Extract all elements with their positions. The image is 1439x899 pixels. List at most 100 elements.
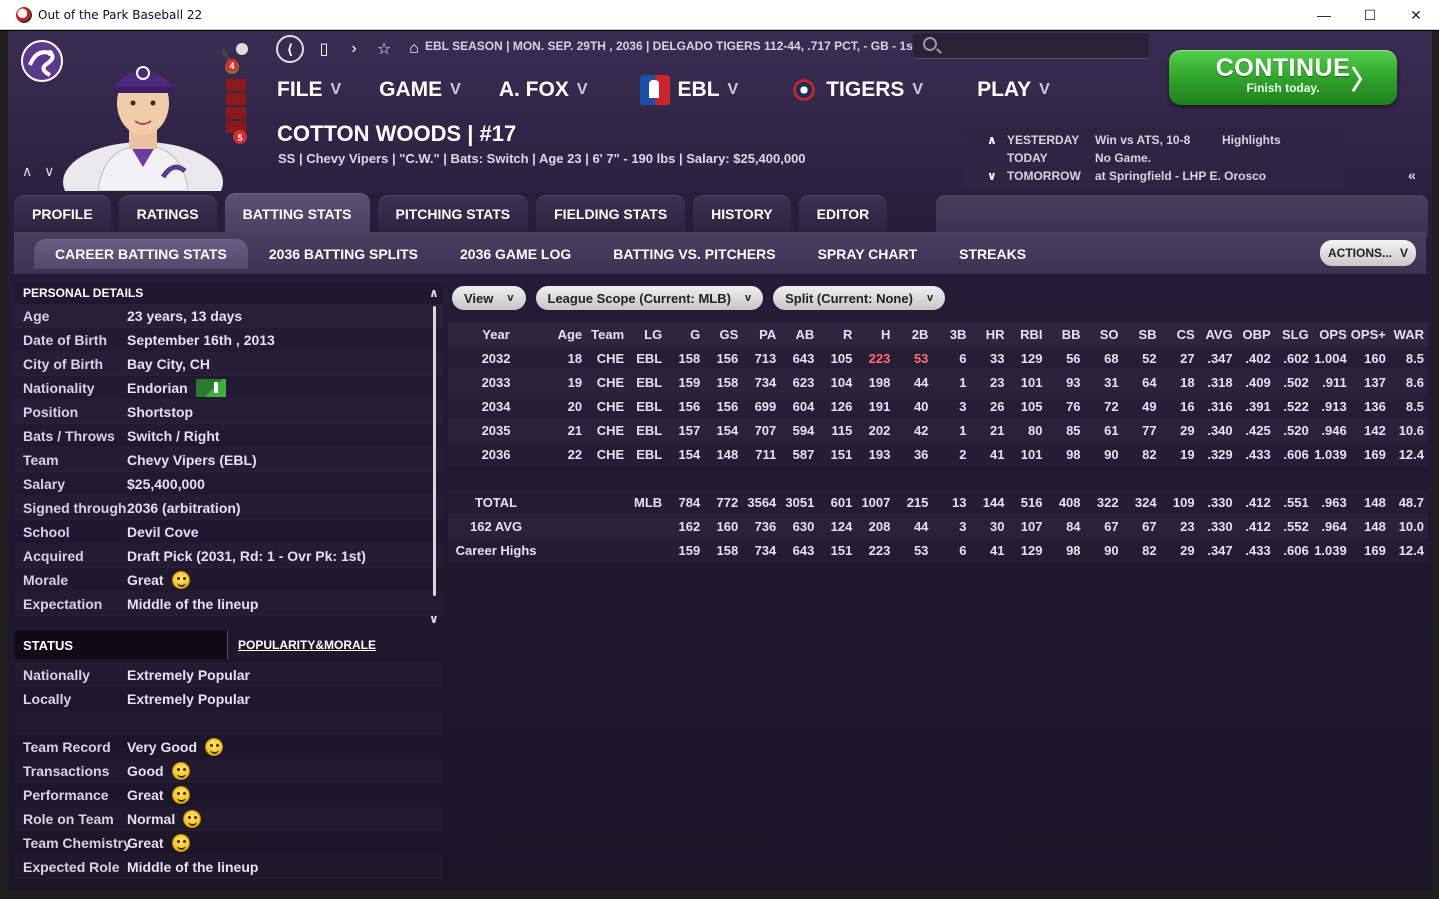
menu-team[interactable]: TIGERS V (790, 78, 923, 102)
menu-league[interactable]: EBL V (639, 75, 739, 105)
status-row-nationally: Nationally Extremely Popular (15, 663, 443, 687)
forward-arrow-icon[interactable]: › (344, 37, 364, 61)
chevron-down-icon: V (727, 81, 739, 98)
table-cell: CHE (596, 446, 625, 462)
column-header-gs[interactable]: GS (704, 322, 743, 346)
column-header-hr[interactable]: HR (970, 322, 1009, 346)
scroll-up-icon[interactable]: ∧ (429, 286, 439, 300)
awards-ribbon-icon[interactable]: 4 5 (218, 37, 254, 145)
column-header-h[interactable]: H (856, 322, 895, 346)
column-header-g[interactable]: G (666, 322, 705, 346)
column-header-ops-[interactable]: OPS+ (1350, 322, 1390, 346)
summary-cell: 29 (1180, 542, 1195, 558)
column-header-3b[interactable]: 3B (932, 322, 971, 346)
summary-cell: 129 (1020, 542, 1043, 558)
column-header-so[interactable]: SO (1084, 322, 1123, 346)
column-header-team[interactable]: Team (586, 322, 629, 346)
tab-profile[interactable]: PROFILE (14, 195, 111, 233)
summary-cell: 148 (1350, 514, 1390, 538)
table-cell: 202 (856, 418, 895, 442)
column-header-ab[interactable]: AB (780, 322, 819, 346)
detail-value: Shortstop (127, 403, 194, 420)
summary-cell: 30 (970, 514, 1009, 538)
column-header-year[interactable]: Year (448, 322, 549, 346)
detail-key: Salary (23, 475, 66, 492)
table-cell: .433 (1245, 446, 1271, 462)
schedule-result[interactable]: at Springfield - LHP E. Orosco (1095, 169, 1266, 183)
table-cell: 643 (792, 350, 815, 366)
column-header-ops[interactable]: OPS (1312, 322, 1351, 346)
summary-cell: 169 (1364, 542, 1386, 558)
close-button[interactable]: ✕ (1393, 0, 1439, 30)
detail-value[interactable]: Chevy Vipers (EBL) (127, 452, 257, 468)
column-header-slg[interactable]: SLG (1274, 322, 1313, 346)
column-header-war[interactable]: WAR (1389, 322, 1428, 346)
column-header-sb[interactable]: SB (1122, 322, 1161, 346)
player-cycle-arrows[interactable]: ∧ ∨ (22, 163, 58, 180)
sub-tabs: CAREER BATTING STATS 2036 BATTING SPLITS… (34, 239, 1047, 269)
tab-ratings[interactable]: RATINGS (118, 195, 217, 233)
scrollbar-thumb[interactable] (433, 306, 436, 596)
tab-fielding-stats[interactable]: FIELDING STATS (536, 195, 686, 233)
column-header-pa[interactable]: PA (742, 322, 781, 346)
chevron-down-icon[interactable]: ∨ (987, 169, 997, 183)
menu-game[interactable]: GAME V (379, 78, 461, 102)
subtab-spray-chart[interactable]: SPRAY CHART (797, 239, 939, 269)
split-dropdown[interactable]: Split (Current: None) v (773, 286, 946, 310)
subtab-vs-pitchers[interactable]: BATTING VS. PITCHERS (592, 239, 796, 269)
continue-button[interactable]: CONTINUE Finish today. 〉 (1169, 50, 1397, 105)
search-input[interactable] (913, 33, 1149, 59)
menu-play[interactable]: PLAY V (977, 78, 1050, 102)
table-cell: 23 (970, 370, 1009, 394)
bookmark-icon[interactable]: ▯ (314, 37, 334, 61)
column-header-rbi[interactable]: RBI (1008, 322, 1047, 346)
table-cell: CHE (586, 370, 629, 394)
table-cell: 156 (716, 398, 739, 414)
maximize-button[interactable]: ☐ (1347, 0, 1393, 30)
tab-popularity-morale[interactable]: POPULARITY&MORALE (227, 631, 376, 659)
tab-editor[interactable]: EDITOR (798, 195, 888, 233)
details-scrollbar[interactable]: ∧ ∨ (429, 286, 441, 626)
tab-history[interactable]: HISTORY (693, 195, 791, 233)
scroll-down-icon[interactable]: ∨ (429, 612, 439, 626)
home-icon[interactable]: ⌂ (404, 37, 424, 61)
detail-value: Draft Pick (2031, Rd: 1 - Ovr Pk: 1st) (127, 547, 366, 564)
column-header-2b[interactable]: 2B (894, 322, 933, 346)
tab-batting-stats[interactable]: BATTING STATS (224, 193, 370, 235)
column-header-cs[interactable]: CS (1160, 322, 1199, 346)
detail-key: Team (23, 451, 59, 468)
star-icon[interactable]: ☆ (374, 37, 394, 61)
chevron-up-icon[interactable]: ∧ (987, 133, 997, 147)
column-header-obp[interactable]: OBP (1236, 322, 1275, 346)
column-header-bb[interactable]: BB (1046, 322, 1085, 346)
back-button[interactable]: ⟨ (276, 35, 304, 63)
column-header-r[interactable]: R (818, 322, 857, 346)
table-cell: 126 (830, 398, 853, 414)
column-header-age[interactable]: Age (548, 322, 587, 346)
subtab-career-batting[interactable]: CAREER BATTING STATS (34, 239, 248, 269)
menu-team-label: TIGERS (826, 78, 905, 101)
summary-cell: 159 (678, 542, 701, 558)
detail-row-nationality: Nationality Endorian (15, 376, 443, 400)
menu-file[interactable]: FILE V (277, 78, 341, 102)
tab-pitching-stats[interactable]: PITCHING STATS (377, 195, 529, 233)
league-scope-dropdown[interactable]: League Scope (Current: MLB) v (535, 286, 764, 310)
schedule-result[interactable]: Win vs ATS, 10-8 (1095, 133, 1190, 147)
subtab-streaks[interactable]: STREAKS (938, 239, 1047, 269)
tab-status[interactable]: STATUS (15, 631, 227, 659)
table-cell: EBL (636, 398, 663, 414)
table-cell: 2034 (481, 398, 511, 414)
table-cell: 8.6 (1389, 370, 1428, 394)
team-snake-logo-icon[interactable] (20, 35, 64, 87)
table-cell: 105 (1020, 398, 1043, 414)
highlights-link[interactable]: Highlights (1222, 133, 1281, 147)
actions-button[interactable]: ACTIONS... V (1320, 240, 1416, 266)
collapse-panel-icon[interactable]: « (1408, 167, 1416, 183)
column-header-avg[interactable]: AVG (1198, 322, 1237, 346)
column-header-lg[interactable]: LG (628, 322, 667, 346)
menu-manager[interactable]: A. FOX V (499, 78, 588, 102)
view-dropdown[interactable]: View v (452, 286, 526, 310)
subtab-batting-splits[interactable]: 2036 BATTING SPLITS (248, 239, 439, 269)
minimize-button[interactable]: — (1301, 0, 1347, 30)
subtab-game-log[interactable]: 2036 GAME LOG (439, 239, 592, 269)
